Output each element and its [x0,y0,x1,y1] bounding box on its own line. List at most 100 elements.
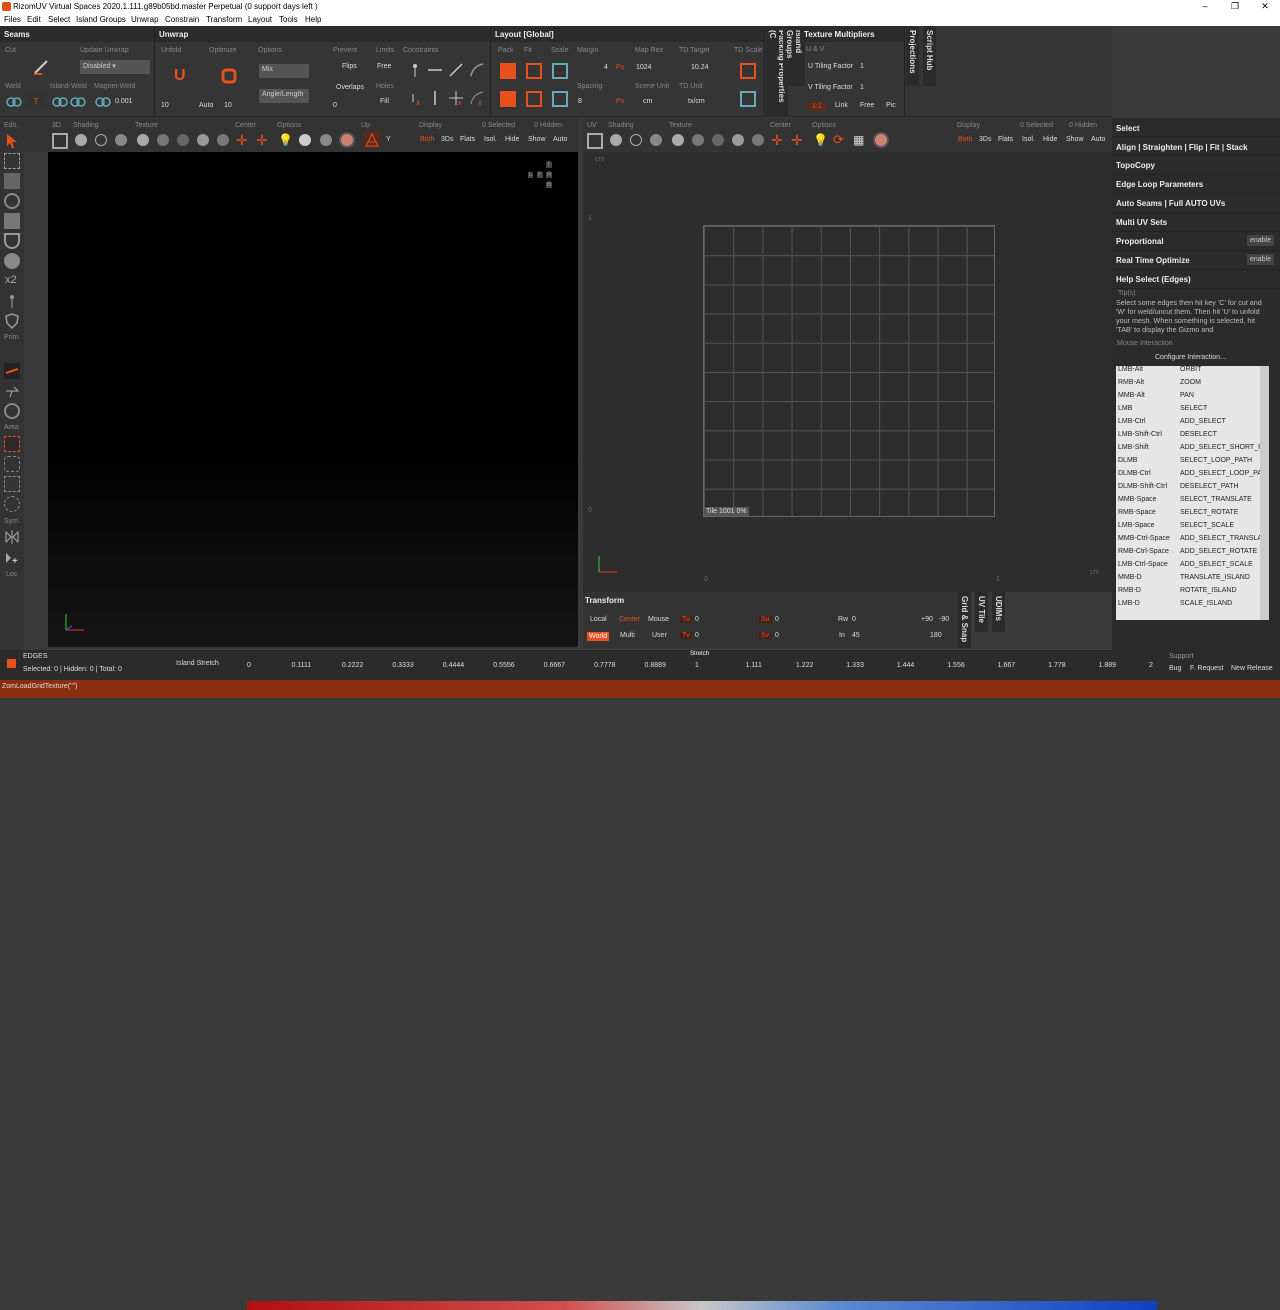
holes-fill[interactable]: Fill [380,98,389,105]
link-button[interactable]: Link [835,102,848,109]
tv-value[interactable]: 0 [695,632,699,639]
pack-button[interactable] [500,63,516,79]
menu-constrain[interactable]: Constrain [165,15,199,24]
cancel-icon[interactable] [4,253,20,269]
limits-free[interactable]: Free [377,63,391,70]
binding-row[interactable]: RMB-Alt ZOOM [1118,379,1268,392]
vp3d-center-icon[interactable]: ✛ [236,132,252,148]
scale-selected-button[interactable] [552,91,568,107]
transform-user[interactable]: User [652,632,667,639]
new-release-link[interactable]: New Release [1231,665,1273,672]
binding-row[interactable]: LMB-Space SELECT_SCALE [1118,522,1268,535]
binding-row[interactable]: LMB-Ctrl-Space ADD_SELECT_SCALE [1118,561,1268,574]
vpuv-show-button[interactable]: Show [1066,136,1084,143]
view-cube[interactable]: T L F R B [528,162,568,192]
topocopy-section[interactable]: TopoCopy [1112,156,1280,175]
island-weld-2-icon[interactable] [70,94,86,110]
vpuv-frame-icon[interactable] [587,133,603,149]
x2-icon[interactable]: x2 [5,274,17,286]
vpuv-center2-icon[interactable]: ✛ [791,132,807,148]
ratio-button[interactable]: 1:1 [808,102,826,111]
vpuv-shade-wire-icon[interactable] [630,134,642,146]
transform-center[interactable]: Center [619,616,640,623]
scale-button[interactable] [552,63,568,79]
vpuv-display-both[interactable]: Both [958,136,972,143]
symmetry-icon[interactable] [4,529,20,545]
vertical-constraint-icon[interactable] [427,90,443,106]
select-arrow-icon[interactable] [4,133,20,149]
align-section[interactable]: Align | Straighten | Flip | Fit | Stack [1112,137,1280,156]
projections-tab[interactable]: Projections [906,26,919,86]
vp3d-hide-button[interactable]: Hide [505,136,519,143]
vp3d-show-button[interactable]: Show [528,136,546,143]
fit-selected-button[interactable] [526,91,542,107]
overlaps-toggle[interactable]: Overlaps [336,84,364,91]
mouse-bindings-list[interactable]: LMB-Alt ORBIT RMB-Alt ZOOM MMB-Alt PAN LMB S… [1116,366,1269,620]
help-section[interactable]: Help Select (Edges) [1112,270,1280,289]
vp3d-texture-icon[interactable] [137,134,149,146]
su-value[interactable]: 0 [775,616,779,623]
minimize-icon[interactable]: – [1195,1,1215,11]
script-hub-tab[interactable]: Script Hub [923,26,936,86]
vp3d-display-flats[interactable]: Flats [460,136,475,143]
menu-layout[interactable]: Layout [248,15,272,24]
angle-length-field[interactable]: Angle/Length [259,89,309,103]
rotate-plus-90[interactable]: +90 [921,616,933,623]
vpuv-checker-icon[interactable] [692,134,704,146]
vp3d-display-3ds[interactable]: 3Ds [441,136,453,143]
td-unit-value[interactable]: tx/cm [688,98,705,105]
vp3d-shade-wire-icon[interactable] [95,134,107,146]
v-tiling-value[interactable]: 1 [860,84,864,91]
spacing-value[interactable]: 8 [578,98,582,105]
cut-icon[interactable] [33,59,49,75]
menu-files[interactable]: Files [4,15,21,24]
transform-world[interactable]: World [587,632,610,641]
transform-mouse[interactable]: Mouse [648,616,669,623]
binding-row[interactable]: MMB-Space SELECT_TRANSLATE [1118,496,1268,509]
binding-row[interactable]: RMB-D ROTATE_ISLAND [1118,587,1268,600]
magnet-weld-value[interactable]: 0.001 [115,98,133,105]
remove-curve-icon[interactable]: x [469,90,485,107]
auto-seams-section[interactable]: Auto Seams | Full AUTO UVs [1112,194,1280,213]
td-target-value[interactable]: 10.24 [691,64,709,71]
view-cube-left[interactable]: L [528,172,534,178]
uv-tile-tab[interactable]: UV Tile [975,592,988,632]
vpuv-display-flats[interactable]: Flats [998,136,1013,143]
proportional-section[interactable]: Proportional enable [1112,232,1280,251]
diagonal-constraint-icon[interactable] [448,62,464,78]
vp3d-up-axis-icon[interactable] [364,132,380,148]
poly-lasso-icon[interactable] [4,476,20,492]
globe-tool-icon[interactable] [4,403,20,419]
binding-row[interactable]: LMB-Shift ADD_SELECT_SHORT_PA [1118,444,1268,457]
viewport-3d[interactable]: T L F R B [48,152,578,647]
binding-row[interactable]: MMB-D TRANSLATE_ISLAND [1118,574,1268,587]
optimize-button[interactable] [221,68,237,84]
vertex-select-icon[interactable] [4,153,20,169]
view-cube-right[interactable]: R [546,172,553,178]
edge-mode-icon[interactable] [7,659,16,668]
symmetry-plus-icon[interactable]: + [4,550,20,567]
margin-value[interactable]: 4 [604,64,608,71]
plane-tool-icon[interactable] [4,383,20,399]
feature-request-link[interactable]: F. Request [1190,665,1223,672]
vpuv-shade-mixed-icon[interactable] [650,134,662,146]
vpuv-hide-button[interactable]: Hide [1043,136,1057,143]
rotate-180[interactable]: 180 [930,632,942,639]
select-section[interactable]: Select [1112,118,1280,137]
binding-row[interactable]: DLMB SELECT_LOOP_PATH [1118,457,1268,470]
vpuv-display-3ds[interactable]: 3Ds [979,136,991,143]
update-unwrap-select[interactable]: Disabled ▾ [80,60,150,74]
uv-tile-grid[interactable]: Tile 1001 0% [703,225,995,517]
pic-button[interactable]: Pic [886,102,896,109]
edge-loop-section[interactable]: Edge Loop Parameters [1112,175,1280,194]
vp3d-ring-icon[interactable] [320,134,332,146]
realtime-enable-button[interactable]: enable [1246,254,1274,265]
scene-unit-value[interactable]: cm [643,98,652,105]
vp3d-light-icon[interactable]: 💡 [278,132,294,148]
binding-row[interactable]: MMB-Alt PAN [1118,392,1268,405]
rotate-minus-90[interactable]: -90 [939,616,949,623]
proportional-enable-button[interactable]: enable [1246,235,1274,246]
vpuv-shade-solid-icon[interactable] [610,134,622,146]
flips-toggle[interactable]: Flips [342,63,357,70]
configure-interaction-button[interactable]: Configure Interaction... [1155,354,1226,361]
